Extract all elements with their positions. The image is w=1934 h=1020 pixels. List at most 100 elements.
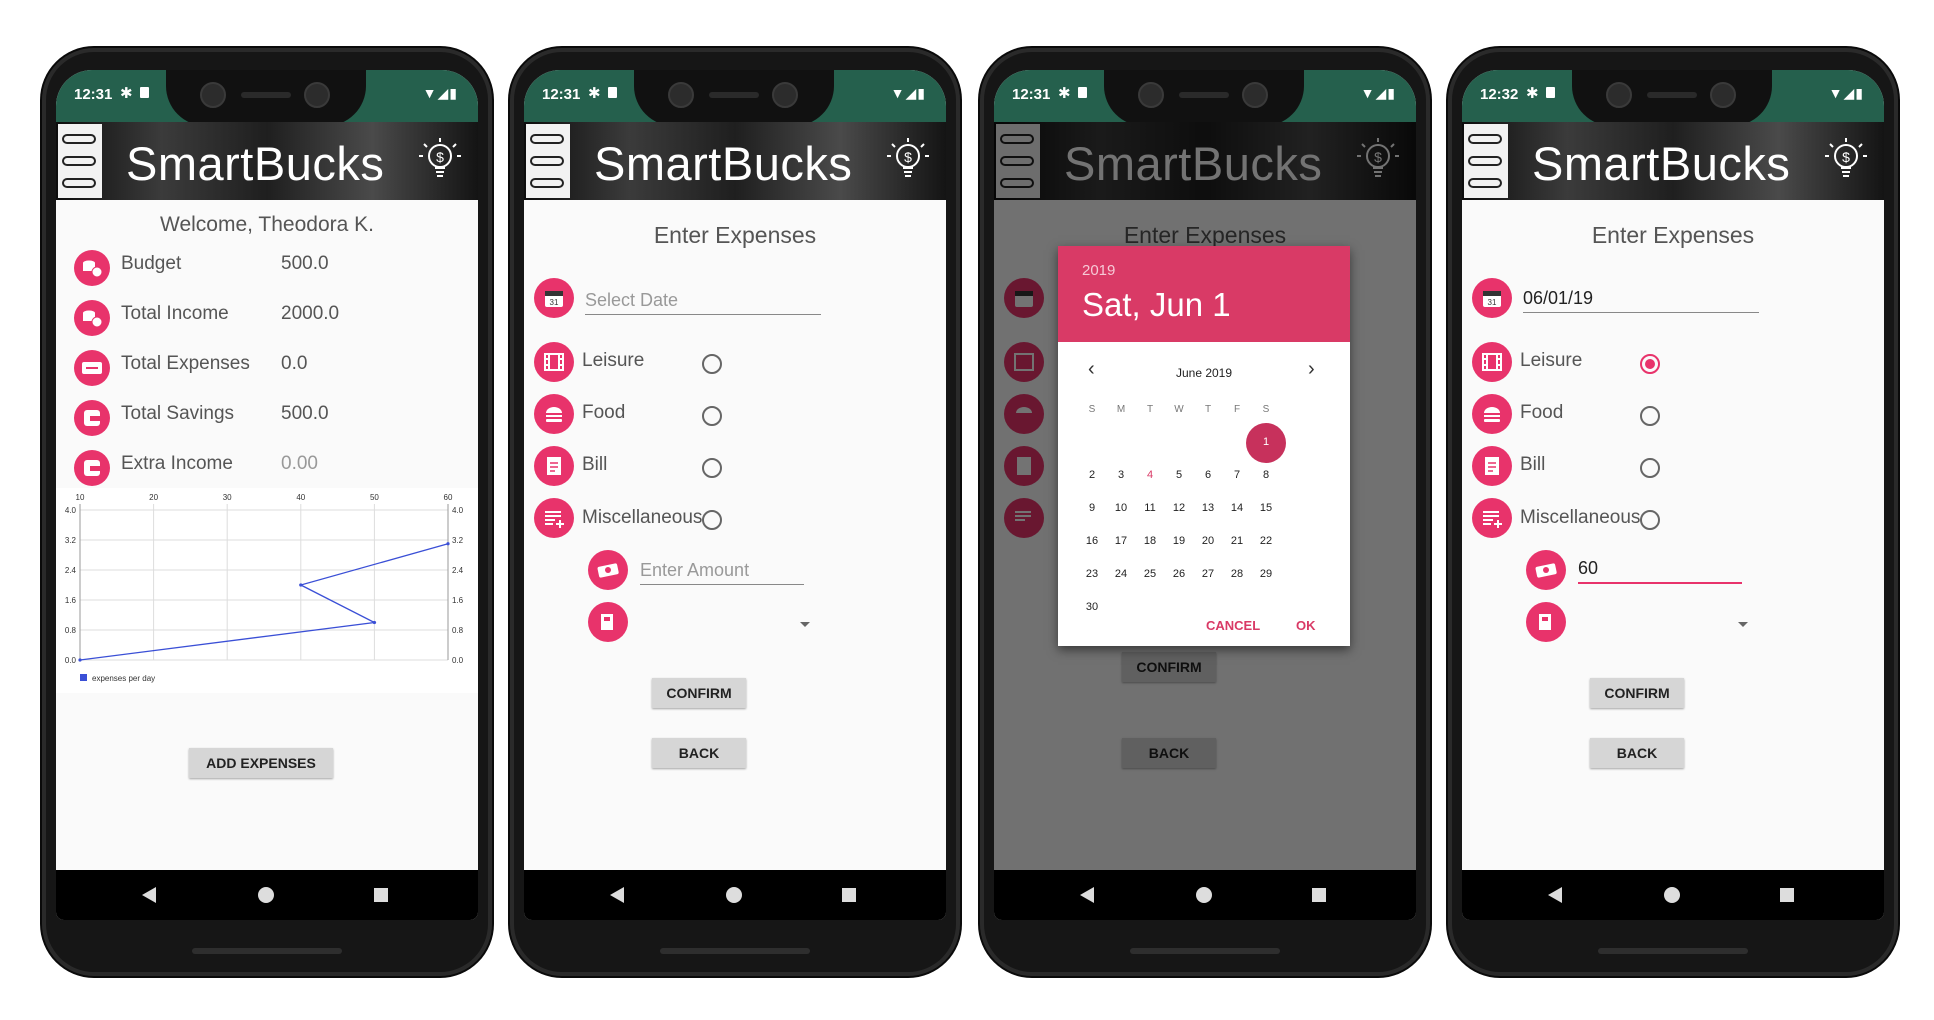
calendar-day[interactable]: 30: [1080, 601, 1104, 613]
food-radio[interactable]: [1640, 406, 1660, 426]
calendar-day[interactable]: 18: [1138, 535, 1162, 547]
calendar-day[interactable]: 27: [1196, 568, 1220, 580]
food-radio[interactable]: [702, 406, 722, 426]
app-brand-title: SmartBucks: [1532, 137, 1791, 190]
calendar-day[interactable]: 1: [1254, 436, 1278, 448]
back-button[interactable]: BACK: [1590, 738, 1684, 768]
nav-back-icon[interactable]: [610, 887, 624, 903]
leisure-radio[interactable]: [1640, 354, 1660, 374]
chart-y-tick-label-left: 4.0: [65, 506, 77, 515]
nav-recents-icon[interactable]: [842, 888, 856, 902]
form-title: Enter Expenses: [1591, 222, 1755, 248]
confirm-button[interactable]: CONFIRM: [1590, 678, 1684, 708]
payment-card-icon: [1526, 602, 1566, 642]
weekday-header: S: [1088, 404, 1096, 415]
next-month-chevron-icon[interactable]: ›: [1308, 358, 1315, 381]
calendar-day[interactable]: 6: [1196, 469, 1220, 481]
calendar-day[interactable]: 22: [1254, 535, 1278, 547]
date-field[interactable]: Select Date: [585, 286, 821, 315]
date-field[interactable]: 06/01/19: [1523, 284, 1759, 313]
calendar-day[interactable]: 21: [1225, 535, 1249, 547]
amount-field[interactable]: Enter Amount: [640, 556, 804, 585]
nav-recents-icon[interactable]: [1312, 888, 1326, 902]
svg-text:$: $: [1842, 149, 1850, 165]
chart-legend-label: expenses per day: [92, 674, 155, 683]
calendar-day[interactable]: 13: [1196, 502, 1220, 514]
phone-date-picker: 12:31 ✱ ▼◢▮ SmartBucks $ Enter Expenses …: [980, 48, 1430, 976]
calendar-day[interactable]: 14: [1225, 502, 1249, 514]
calendar-icon: 31: [534, 278, 574, 318]
nav-home-icon[interactable]: [726, 887, 742, 903]
calendar-day[interactable]: 10: [1109, 502, 1133, 514]
calendar-day[interactable]: 9: [1080, 502, 1104, 514]
hamburger-menu-icon[interactable]: [526, 124, 570, 198]
amount-field[interactable]: 60: [1578, 554, 1742, 584]
calendar-day[interactable]: 15: [1254, 502, 1278, 514]
weekday-header: T: [1204, 404, 1212, 415]
wifi-signal-battery-icon: ▼◢▮: [1828, 85, 1864, 101]
category-leisure-label: Leisure: [582, 350, 645, 371]
payment-dropdown-arrow-icon[interactable]: [800, 622, 810, 627]
calendar-day[interactable]: 16: [1080, 535, 1104, 547]
leisure-radio[interactable]: [702, 354, 722, 374]
add-expenses-button[interactable]: ADD EXPENSES: [189, 748, 333, 778]
phone-filled-form: 12:32 ✱ ▼◢▮ SmartBucks $ Enter Expenses …: [1448, 48, 1898, 976]
camera-notch: [634, 70, 834, 126]
payment-dropdown-arrow-icon[interactable]: [1738, 622, 1748, 627]
weekday-header: S: [1262, 404, 1270, 415]
calendar-day[interactable]: 4: [1138, 469, 1162, 481]
calendar-day[interactable]: 5: [1167, 469, 1191, 481]
cancel-button[interactable]: CANCEL: [1206, 618, 1260, 633]
hamburger-menu-icon[interactable]: [1464, 124, 1508, 198]
nav-back-icon[interactable]: [142, 887, 156, 903]
bill-radio[interactable]: [702, 458, 722, 478]
wifi-signal-battery-icon: ▼◢▮: [422, 85, 458, 101]
calendar-day[interactable]: 8: [1254, 469, 1278, 481]
app-brand-title: SmartBucks: [594, 137, 853, 190]
nav-home-icon[interactable]: [1664, 887, 1680, 903]
nav-back-icon[interactable]: [1548, 887, 1562, 903]
chart-y-tick-label-left: 1.6: [65, 596, 77, 605]
total-expenses-value: 0.0: [281, 353, 308, 374]
calendar-day[interactable]: 20: [1196, 535, 1220, 547]
chart-x-tick-label: 50: [370, 493, 379, 502]
chart-y-tick-label-right: 1.6: [452, 596, 464, 605]
calendar-day[interactable]: 11: [1138, 502, 1162, 514]
phone-speaker-grille: [1598, 948, 1748, 954]
hamburger-menu-icon[interactable]: [58, 124, 102, 198]
calendar-day[interactable]: 2: [1080, 469, 1104, 481]
android-nav-bar: [994, 870, 1416, 920]
android-nav-bar: [56, 870, 478, 920]
budget-coins-icon: [74, 250, 110, 286]
total-expenses-label: Total Expenses: [121, 353, 250, 374]
calendar-month-label: June 2019: [1175, 366, 1233, 380]
nav-home-icon[interactable]: [1196, 887, 1212, 903]
calendar-day[interactable]: 19: [1167, 535, 1191, 547]
status-time: 12:31: [74, 86, 113, 103]
calendar-day[interactable]: 28: [1225, 568, 1249, 580]
calendar-day[interactable]: 7: [1225, 469, 1249, 481]
calendar-day[interactable]: 25: [1138, 568, 1162, 580]
camera-notch: [166, 70, 366, 126]
misc-radio[interactable]: [1640, 510, 1660, 530]
confirm-button[interactable]: CONFIRM: [652, 678, 746, 708]
calendar-day[interactable]: 23: [1080, 568, 1104, 580]
misc-radio[interactable]: [702, 510, 722, 530]
calendar-day[interactable]: 29: [1254, 568, 1278, 580]
bill-radio[interactable]: [1640, 458, 1660, 478]
ok-button[interactable]: OK: [1296, 618, 1316, 633]
app-header: SmartBucks $: [1462, 122, 1884, 200]
calendar-day[interactable]: 17: [1109, 535, 1133, 547]
calendar-day[interactable]: 12: [1167, 502, 1191, 514]
nav-recents-icon[interactable]: [374, 888, 388, 902]
calendar-day[interactable]: 24: [1109, 568, 1133, 580]
nav-back-icon[interactable]: [1080, 887, 1094, 903]
nav-recents-icon[interactable]: [1780, 888, 1794, 902]
wifi-signal-battery-icon: ▼◢▮: [890, 85, 926, 101]
back-button[interactable]: BACK: [652, 738, 746, 768]
nav-home-icon[interactable]: [258, 887, 274, 903]
svg-text:31: 31: [1488, 298, 1497, 307]
calendar-day[interactable]: 3: [1109, 469, 1133, 481]
picker-year[interactable]: 2019: [1082, 262, 1115, 279]
calendar-day[interactable]: 26: [1167, 568, 1191, 580]
